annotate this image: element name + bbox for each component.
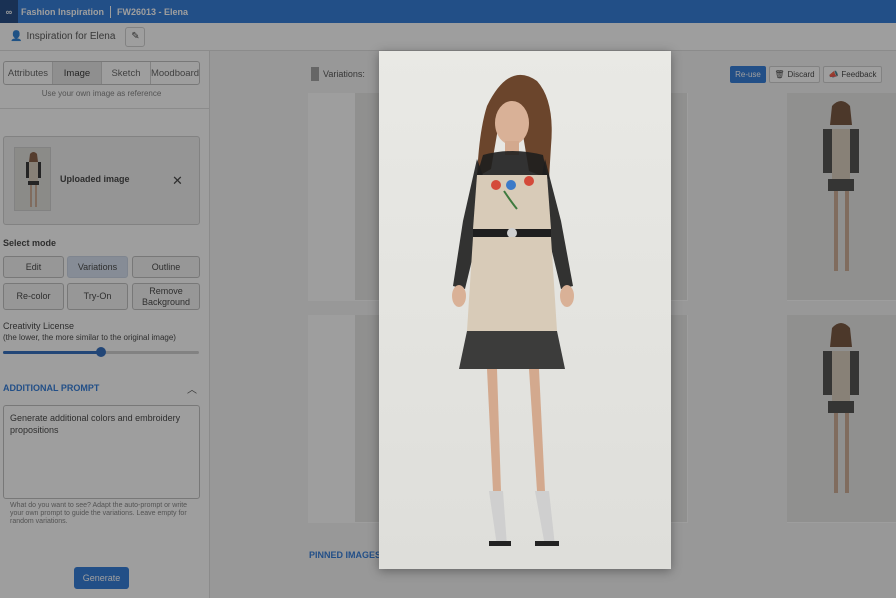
image-preview-modal: ✕ bbox=[379, 51, 671, 569]
fashion-model-image bbox=[379, 51, 671, 569]
